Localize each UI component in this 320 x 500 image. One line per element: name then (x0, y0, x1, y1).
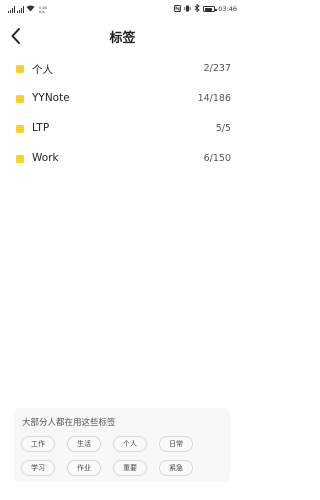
tag-row-work[interactable]: Work 6/150 (0, 145, 245, 175)
page-title: 标签 (109, 31, 136, 46)
suggested-tag-chip[interactable]: 紧急 (159, 460, 193, 476)
tag-color-icon (16, 65, 24, 73)
header: 标签 (0, 20, 245, 52)
suggested-tag-chip[interactable]: 重要 (113, 460, 147, 476)
tag-name: LTP (32, 122, 50, 134)
status-left-icons: 0.00 K/s (8, 5, 47, 14)
vibrate-icon (184, 5, 191, 14)
suggested-tag-chip[interactable]: 生活 (67, 436, 101, 452)
battery-level (204, 7, 213, 11)
network-speed: 0.00 K/s (39, 6, 47, 14)
tag-count: 5/5 (215, 123, 231, 134)
tag-row-yynote[interactable]: YYNote 14/186 (0, 85, 245, 115)
nfc-icon (174, 4, 182, 14)
tag-row-ltp[interactable]: LTP 5/5 (0, 115, 245, 145)
tag-list: 个人 2/237 YYNote 14/186 LTP 5/5 Work 6/15… (0, 55, 245, 175)
tag-count: 2/237 (203, 63, 231, 74)
tag-count: 14/186 (197, 93, 231, 104)
suggested-tag-chip[interactable]: 作业 (67, 460, 101, 476)
tag-name: YYNote (32, 92, 70, 104)
suggested-tag-chip[interactable]: 日常 (159, 436, 193, 452)
tag-name: Work (32, 152, 59, 164)
status-right-icons: 03:46 (174, 3, 237, 14)
suggested-tag-chip[interactable]: 学习 (21, 460, 55, 476)
tag-row-personal[interactable]: 个人 2/237 (0, 55, 245, 85)
suggested-tags-title: 大部分人都在用这些标签 (22, 418, 116, 428)
signal-icon (8, 6, 16, 13)
tag-color-icon (16, 155, 24, 163)
battery-icon (203, 6, 217, 12)
suggested-tag-chip[interactable]: 个人 (113, 436, 147, 452)
wifi-icon (26, 5, 35, 14)
network-speed-unit: K/s (39, 9, 45, 14)
signal-icon (17, 6, 25, 13)
status-bar: 0.00 K/s 03:46 (0, 0, 245, 18)
clock: 03:46 (218, 5, 237, 13)
bluetooth-icon (194, 3, 200, 14)
tag-color-icon (16, 125, 24, 133)
tag-name: 个人 (32, 64, 53, 76)
suggested-tags-panel: 大部分人都在用这些标签 工作 生活 个人 日常 学习 作业 重要 紧急 (14, 408, 230, 482)
tag-color-icon (16, 95, 24, 103)
tag-count: 6/150 (203, 153, 231, 164)
suggested-tag-chip[interactable]: 工作 (21, 436, 55, 452)
